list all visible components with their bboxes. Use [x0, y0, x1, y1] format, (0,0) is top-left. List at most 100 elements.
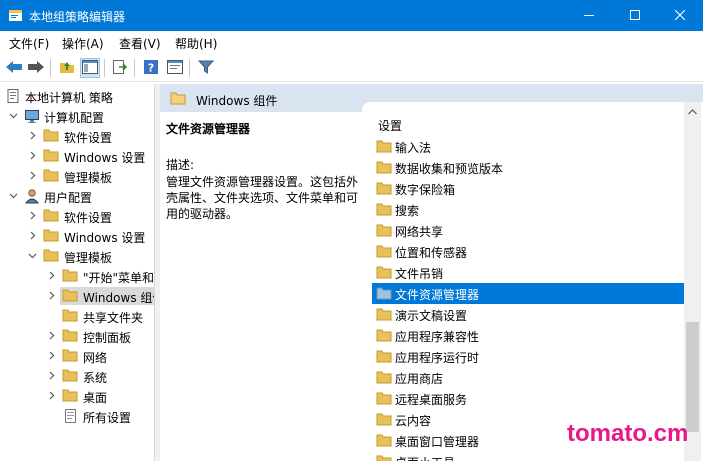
tree-item-label: Windows 设置	[64, 231, 146, 245]
settings-row-label: 文件资源管理器	[395, 288, 480, 302]
scroll-thumb[interactable]	[686, 322, 699, 432]
toolbar: ?	[0, 54, 703, 82]
settings-row-store[interactable]: 应用商店	[372, 367, 685, 388]
maximize-button[interactable]	[612, 0, 658, 31]
forward-button[interactable]	[26, 58, 46, 78]
chevron-right-icon[interactable]	[45, 389, 57, 401]
menu-action[interactable]: 操作(A)	[62, 35, 104, 52]
settings-row-label: 文件吊销	[395, 267, 444, 281]
minimize-button[interactable]	[566, 0, 612, 31]
chevron-down-icon[interactable]	[7, 189, 19, 201]
show-hide-tree-icon	[82, 59, 98, 77]
chevron-right-icon[interactable]	[45, 349, 57, 361]
folder-icon	[376, 328, 392, 342]
settings-row-location-sensors[interactable]: 位置和传感器	[372, 241, 685, 262]
settings-row-label: 桌面窗口管理器	[395, 435, 480, 449]
folder-icon	[43, 228, 59, 244]
folder-icon	[62, 348, 78, 364]
settings-page-icon	[62, 408, 78, 424]
settings-row-label: 云内容	[395, 414, 432, 428]
settings-row-desktop-gadgets[interactable]: 桌面小工具	[372, 451, 685, 461]
tree-item-label: 计算机配置	[44, 111, 105, 125]
settings-row-app-runtime[interactable]: 应用程序运行时	[372, 346, 685, 367]
settings-row-network-sharing[interactable]: 网络共享	[372, 220, 685, 241]
chevron-right-icon[interactable]	[26, 149, 38, 161]
computer-icon	[24, 108, 40, 124]
chevron-right-icon[interactable]	[26, 129, 38, 141]
toolbar-separator	[189, 59, 190, 77]
chevron-right-icon[interactable]	[26, 229, 38, 241]
tree-item-label: 用户配置	[44, 191, 93, 205]
chevron-down-icon[interactable]	[7, 109, 19, 121]
settings-row-label: 应用程序运行时	[395, 351, 480, 365]
scroll-up-button[interactable]	[684, 104, 701, 118]
tree-item-label: 系统	[83, 371, 108, 385]
settings-row-data-collection[interactable]: 数据收集和预览版本	[372, 157, 685, 178]
settings-row-input-method[interactable]: 输入法	[372, 136, 685, 157]
folder-icon	[62, 388, 78, 404]
details-pane: Windows 组件 文件资源管理器 描述: 管理文件资源管理器设置。这包括外壳…	[160, 84, 703, 461]
description-text: 管理文件资源管理器设置。这包括外壳属性、文件夹选项、文件菜单和可用的驱动器。	[166, 175, 359, 221]
settings-row-label: 远程桌面服务	[395, 393, 468, 407]
title-bar[interactable]: 本地组策略编辑器	[0, 0, 703, 31]
user-icon	[24, 188, 40, 204]
settings-row-file-explorer[interactable]: 文件资源管理器	[372, 283, 685, 304]
settings-row-label: 桌面小工具	[395, 454, 455, 461]
vertical-scrollbar[interactable]	[684, 102, 701, 461]
chevron-right-icon[interactable]	[45, 269, 57, 281]
tree-item-label: 软件设置	[64, 211, 113, 225]
chevron-down-icon[interactable]	[26, 249, 38, 261]
extended-description-pane: 文件资源管理器 描述: 管理文件资源管理器设置。这包括外壳属性、文件夹选项、文件…	[160, 112, 362, 461]
tree-item-label: 所有设置	[83, 411, 132, 425]
chevron-right-icon[interactable]	[26, 169, 38, 181]
settings-row-label: 输入法	[395, 141, 432, 155]
folder-icon	[376, 433, 392, 447]
back-button[interactable]	[4, 58, 24, 78]
folder-icon	[62, 328, 78, 344]
up-folder-button[interactable]	[57, 58, 77, 78]
export-list-button[interactable]	[110, 58, 130, 78]
show-hide-tree-button[interactable]	[80, 58, 100, 78]
folder-icon	[43, 148, 59, 164]
folder-icon	[376, 349, 392, 363]
help-button[interactable]: ?	[141, 58, 161, 78]
folder-icon	[376, 223, 392, 237]
folder-icon	[376, 286, 392, 300]
tree-item-label: 管理模板	[64, 251, 113, 265]
folder-icon	[43, 248, 59, 264]
chevron-right-icon[interactable]	[26, 209, 38, 221]
folder-icon	[376, 160, 392, 174]
toolbar-separator	[134, 59, 135, 77]
tree-item-label: 控制面板	[83, 331, 132, 345]
window-title: 本地组策略编辑器	[29, 10, 126, 24]
settings-row-search[interactable]: 搜索	[372, 199, 685, 220]
menu-view[interactable]: 查看(V)	[119, 35, 161, 52]
menu-file[interactable]: 文件(F)	[9, 35, 49, 52]
column-header-settings[interactable]: 设置	[378, 117, 402, 134]
description-heading: 描述:	[166, 158, 195, 172]
properties-button[interactable]	[165, 58, 185, 78]
up-folder-icon	[59, 60, 75, 77]
folder-icon	[376, 244, 392, 258]
settings-row-label: 网络共享	[395, 225, 444, 239]
settings-row-app-compatibility[interactable]: 应用程序兼容性	[372, 325, 685, 346]
settings-row-digital-locker[interactable]: 数字保险箱	[372, 178, 685, 199]
chevron-right-icon[interactable]	[45, 329, 57, 341]
toolbar-separator	[50, 59, 51, 77]
settings-row-remote-desktop[interactable]: 远程桌面服务	[372, 388, 685, 409]
folder-icon	[376, 391, 392, 405]
folder-icon	[43, 128, 59, 144]
settings-row-presentation-settings[interactable]: 演示文稿设置	[372, 304, 685, 325]
settings-row-label: 数据收集和预览版本	[395, 162, 504, 176]
properties-icon	[167, 59, 183, 77]
filter-button[interactable]	[196, 58, 216, 78]
close-button[interactable]	[657, 0, 703, 31]
chevron-right-icon[interactable]	[45, 369, 57, 381]
chevron-right-icon[interactable]	[45, 289, 57, 301]
settings-row-file-revocation[interactable]: 文件吊销	[372, 262, 685, 283]
menu-help[interactable]: 帮助(H)	[175, 35, 217, 52]
folder-icon	[170, 91, 186, 105]
help-icon: ?	[143, 59, 159, 78]
settings-row-label: 应用程序兼容性	[395, 330, 480, 344]
selected-setting-title: 文件资源管理器	[166, 122, 251, 136]
